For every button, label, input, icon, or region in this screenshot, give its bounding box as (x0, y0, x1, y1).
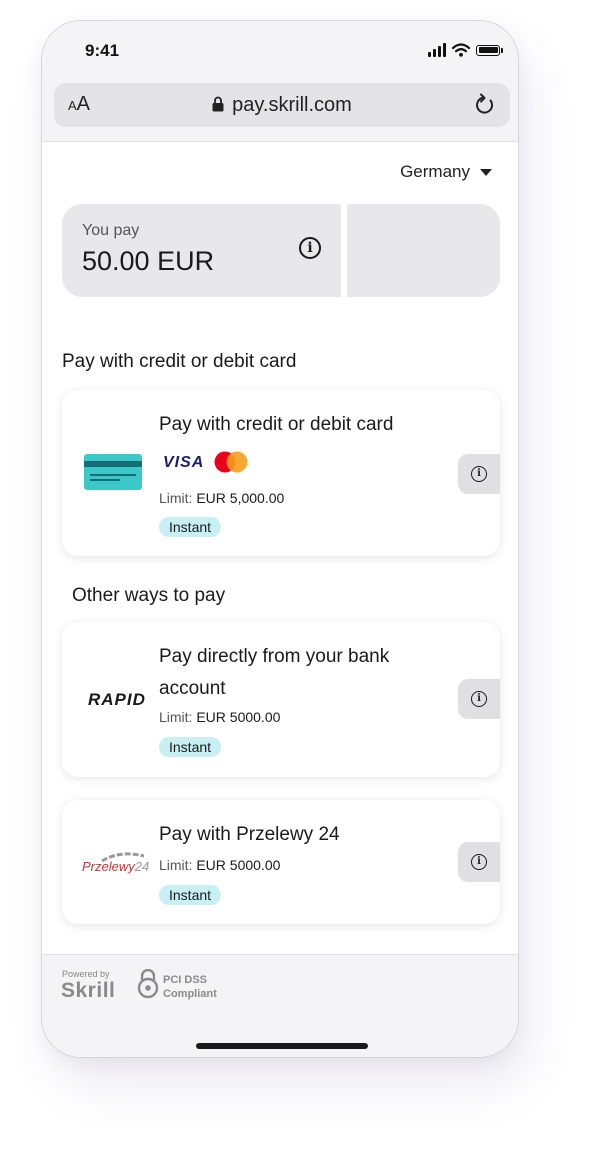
method-title: Pay with credit or debit card (159, 414, 394, 435)
przelewy-logo: Przelewy24 (82, 859, 150, 874)
skrill-logo: Skrill (61, 979, 116, 1002)
pci-lock-icon (137, 969, 159, 999)
method-limit: Limit: EUR 5000.00 (159, 857, 281, 873)
country-selector[interactable]: Germany (400, 162, 492, 182)
method-limit: Limit: EUR 5000.00 (159, 709, 281, 725)
info-icon: i (471, 854, 487, 870)
lock-icon (212, 96, 224, 112)
payment-method-card[interactable]: Pay with credit or debit card VISA Limit… (62, 390, 500, 556)
visa-logo: VISA (163, 454, 205, 471)
address-bar[interactable]: AA pay.skrill.com (54, 83, 510, 127)
battery-icon (476, 44, 503, 56)
payment-method-bank[interactable]: RAPID Pay directly from your bank accoun… (62, 622, 500, 777)
amount-box: You pay 50.00 EUR i (62, 204, 341, 297)
instant-badge: Instant (159, 737, 222, 757)
home-indicator[interactable] (196, 1043, 368, 1049)
instant-badge: Instant (159, 885, 222, 905)
you-pay-label: You pay (82, 222, 140, 239)
footer: Powered by Skrill PCI DSS Compliant (42, 954, 518, 1057)
rapid-logo: RAPID (88, 690, 146, 709)
pci-compliance-label: PCI DSS Compliant (163, 974, 217, 1000)
status-icons (428, 41, 503, 59)
info-icon[interactable]: i (299, 237, 321, 259)
url-display[interactable]: pay.skrill.com (54, 94, 510, 117)
section-title-card: Pay with credit or debit card (62, 351, 297, 372)
method-limit: Limit: EUR 5,000.00 (159, 490, 285, 506)
method-info-button[interactable]: i (458, 842, 500, 882)
instant-badge: Instant (159, 517, 222, 537)
section-title-other: Other ways to pay (72, 585, 226, 606)
payment-method-przelewy[interactable]: Przelewy24 Pay with Przelewy 24 Limit: E… (62, 800, 500, 924)
method-title: Pay directly from your bank account (159, 646, 390, 699)
status-time: 9:41 (85, 41, 120, 60)
amount-box-side-panel (347, 204, 500, 297)
country-label: Germany (400, 162, 470, 181)
url-text: pay.skrill.com (232, 94, 352, 116)
cellular-signal-icon (428, 43, 446, 57)
phone-frame: 9:41 AA pay.skrill.com Germany You pay 5… (41, 20, 519, 1058)
pay-amount: 50.00 EUR (82, 246, 215, 276)
mastercard-logo (214, 451, 248, 473)
powered-by-label: Powered by (62, 969, 110, 979)
reload-icon[interactable] (474, 93, 496, 117)
page-content: Germany You pay 50.00 EUR i Pay with cre… (42, 142, 518, 954)
credit-card-icon (84, 454, 142, 490)
wifi-icon (452, 43, 470, 57)
info-icon: i (471, 466, 487, 482)
browser-top-bar: 9:41 AA pay.skrill.com (42, 21, 518, 142)
info-icon: i (471, 691, 487, 707)
method-title: Pay with Przelewy 24 (159, 824, 340, 845)
caret-down-icon (480, 168, 492, 176)
method-info-button[interactable]: i (458, 454, 500, 494)
method-info-button[interactable]: i (458, 679, 500, 719)
